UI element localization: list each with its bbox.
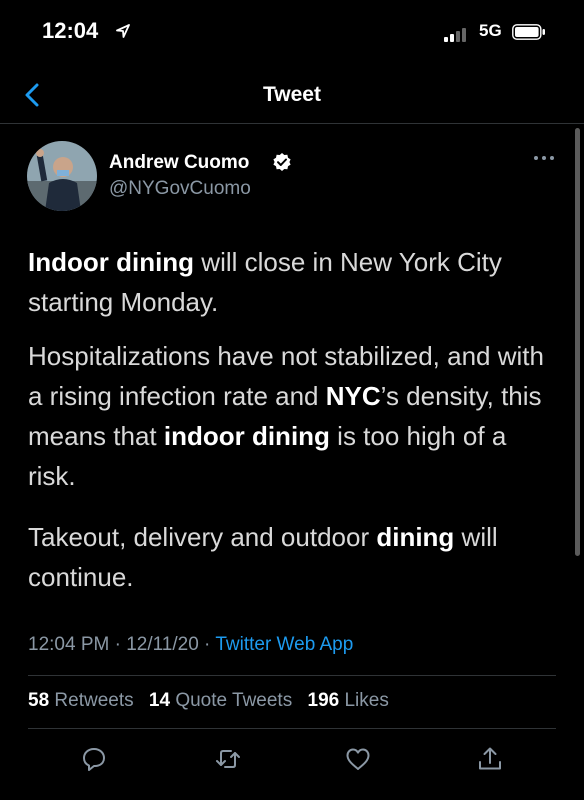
bold-text: indoor dining — [163, 421, 330, 451]
divider — [28, 728, 556, 729]
bold-text: dining — [376, 522, 455, 552]
location-icon — [116, 24, 130, 38]
retweets-count: 58 — [28, 690, 50, 711]
likes-stat[interactable]: 196 Likes — [308, 690, 389, 711]
retweets-stat[interactable]: 58 Retweets — [28, 690, 134, 711]
tweet-paragraph: Takeout, delivery and outdoor dining wil… — [28, 517, 558, 597]
verified-icon — [273, 153, 291, 171]
quote-tweets-stat[interactable]: 14 Quote Tweets — [149, 690, 292, 711]
tweet-date: 12/11/20 — [126, 634, 199, 655]
tweet-stats: 58 Retweets 14 Quote Tweets 196 Likes — [28, 690, 399, 712]
avatar[interactable] — [27, 141, 97, 211]
separator: · — [198, 634, 216, 655]
like-icon[interactable] — [344, 745, 372, 773]
network-label: 5G — [479, 21, 502, 40]
tweet-time: 12:04 PM — [28, 634, 110, 655]
bold-text: Indoor dining — [28, 247, 195, 277]
status-time: 12:04 — [42, 18, 99, 43]
share-icon[interactable] — [476, 745, 504, 773]
quotes-label: Quote Tweets — [175, 690, 293, 711]
quotes-count: 14 — [148, 690, 171, 711]
text-span: Takeout, delivery and outdoor — [28, 522, 377, 552]
tweet-paragraph: Indoor dining will close in New York Cit… — [28, 242, 558, 322]
author-name[interactable]: Andrew Cuomo — [109, 152, 249, 174]
likes-label: Likes — [344, 690, 389, 711]
signal-icon — [444, 24, 468, 42]
retweets-label: Retweets — [54, 690, 134, 711]
author-handle[interactable]: @NYGovCuomo — [109, 178, 251, 200]
reply-icon[interactable] — [80, 745, 108, 773]
likes-count: 196 — [307, 690, 340, 711]
divider — [28, 675, 556, 676]
header-divider — [0, 123, 584, 124]
bold-text: NYC — [325, 381, 381, 411]
source-link[interactable]: Twitter Web App — [215, 634, 353, 655]
more-icon[interactable] — [533, 153, 555, 163]
page-title: Tweet — [263, 83, 321, 106]
retweet-icon[interactable] — [214, 745, 242, 773]
scrollbar[interactable] — [575, 128, 580, 556]
battery-icon — [512, 24, 545, 40]
tweet-paragraph: Hospitalizations have not stabilized, an… — [28, 336, 558, 496]
separator: · — [109, 634, 127, 655]
tweet-meta: 12:04 PM · 12/11/20 · Twitter Web App — [28, 634, 353, 656]
